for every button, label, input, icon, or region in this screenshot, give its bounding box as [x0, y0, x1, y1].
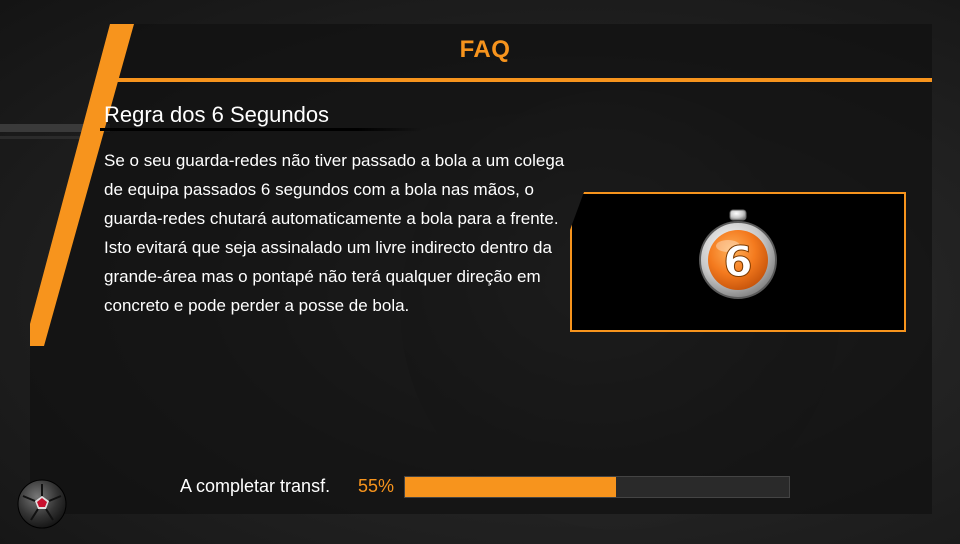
background-stripe — [0, 124, 110, 132]
stopwatch-number: 6 — [723, 237, 752, 286]
faq-screen: FAQ Regra dos 6 Segundos Se o seu guarda… — [0, 0, 960, 544]
progress-percent: 55% — [358, 476, 395, 496]
header-bar — [100, 78, 932, 82]
progress-bar — [404, 476, 790, 498]
stopwatch-6-icon: 6 — [699, 209, 777, 299]
progress-label: A completar transf. — [180, 476, 331, 496]
soccer-ball-icon — [17, 479, 67, 529]
page-title: FAQ — [459, 36, 511, 63]
background-stripe-thin — [0, 136, 90, 139]
faq-body-text: Se o seu guarda-redes não tiver passado … — [104, 151, 565, 315]
faq-section-title: Regra dos 6 Segundos — [104, 102, 330, 127]
section-underline — [100, 128, 422, 131]
progress-bar-fill — [405, 477, 617, 497]
